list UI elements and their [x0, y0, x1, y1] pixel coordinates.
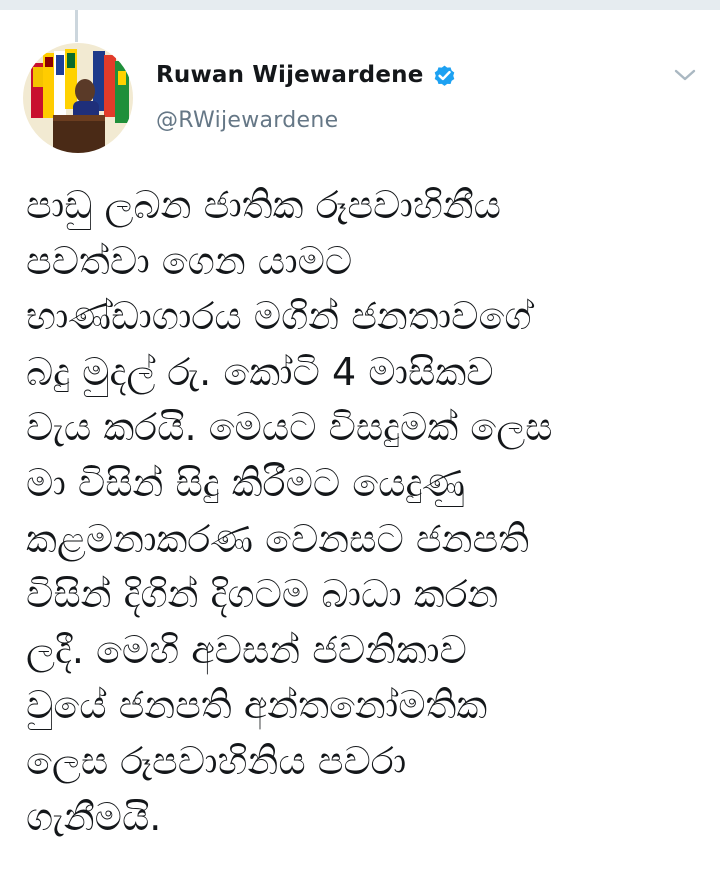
tweet-text-line: විසින් දිගින් දිගටම බාධා කරන [26, 572, 499, 617]
tweet-text-line: භාණ්ඩාගාරය මගින් ජනතාවගේ [26, 294, 532, 339]
author-handle[interactable]: @RWijewardene [156, 108, 676, 133]
avatar-photo [23, 43, 133, 153]
thread-connector-line [75, 10, 78, 42]
tweet-text-line: වුයේ ජනපති අන්තනෝමතික [26, 683, 488, 728]
avatar[interactable] [23, 43, 133, 153]
author-display-name[interactable]: Ruwan Wijewardene [156, 62, 424, 88]
top-divider [0, 0, 720, 10]
tweet-text-line: පවත්වා ගෙන යාමට [26, 238, 353, 283]
tweet-text-line: ලදී. මෙහි අවසන් ජවනිකාව [26, 627, 467, 672]
tweet-text-line: කළමනාකරණ වෙනසට ජනපති [26, 516, 530, 561]
tweet-header: Ruwan Wijewardene @RWijewardene [156, 58, 676, 133]
tweet-text: පාඩු ලබන ජාතික රූපවාහිනීය පවත්වා ගෙන යාම… [26, 178, 706, 845]
tweet-text-line: පාඩු ලබන ජාතික රූපවාහිනීය [26, 183, 501, 227]
verified-badge-icon [432, 63, 457, 88]
tweet-text-line: වැය කරයි. මෙයට විසදුමක් ලෙස [26, 405, 553, 450]
tweet-text-line: මා විසින් සිදු කිරීමට යෙදුණු [26, 460, 466, 505]
tweet-text-line: බදු මුදල් රු. කෝටි 4 මාසිකව [26, 349, 494, 394]
tweet-menu-button[interactable] [672, 64, 698, 86]
chevron-down-icon [674, 69, 696, 81]
author-name-row: Ruwan Wijewardene [156, 58, 676, 92]
tweet-text-line: ලෙස රූපවාහිනිය පවරා [26, 738, 407, 783]
tweet-text-line: ගැනීමයි. [26, 794, 162, 839]
